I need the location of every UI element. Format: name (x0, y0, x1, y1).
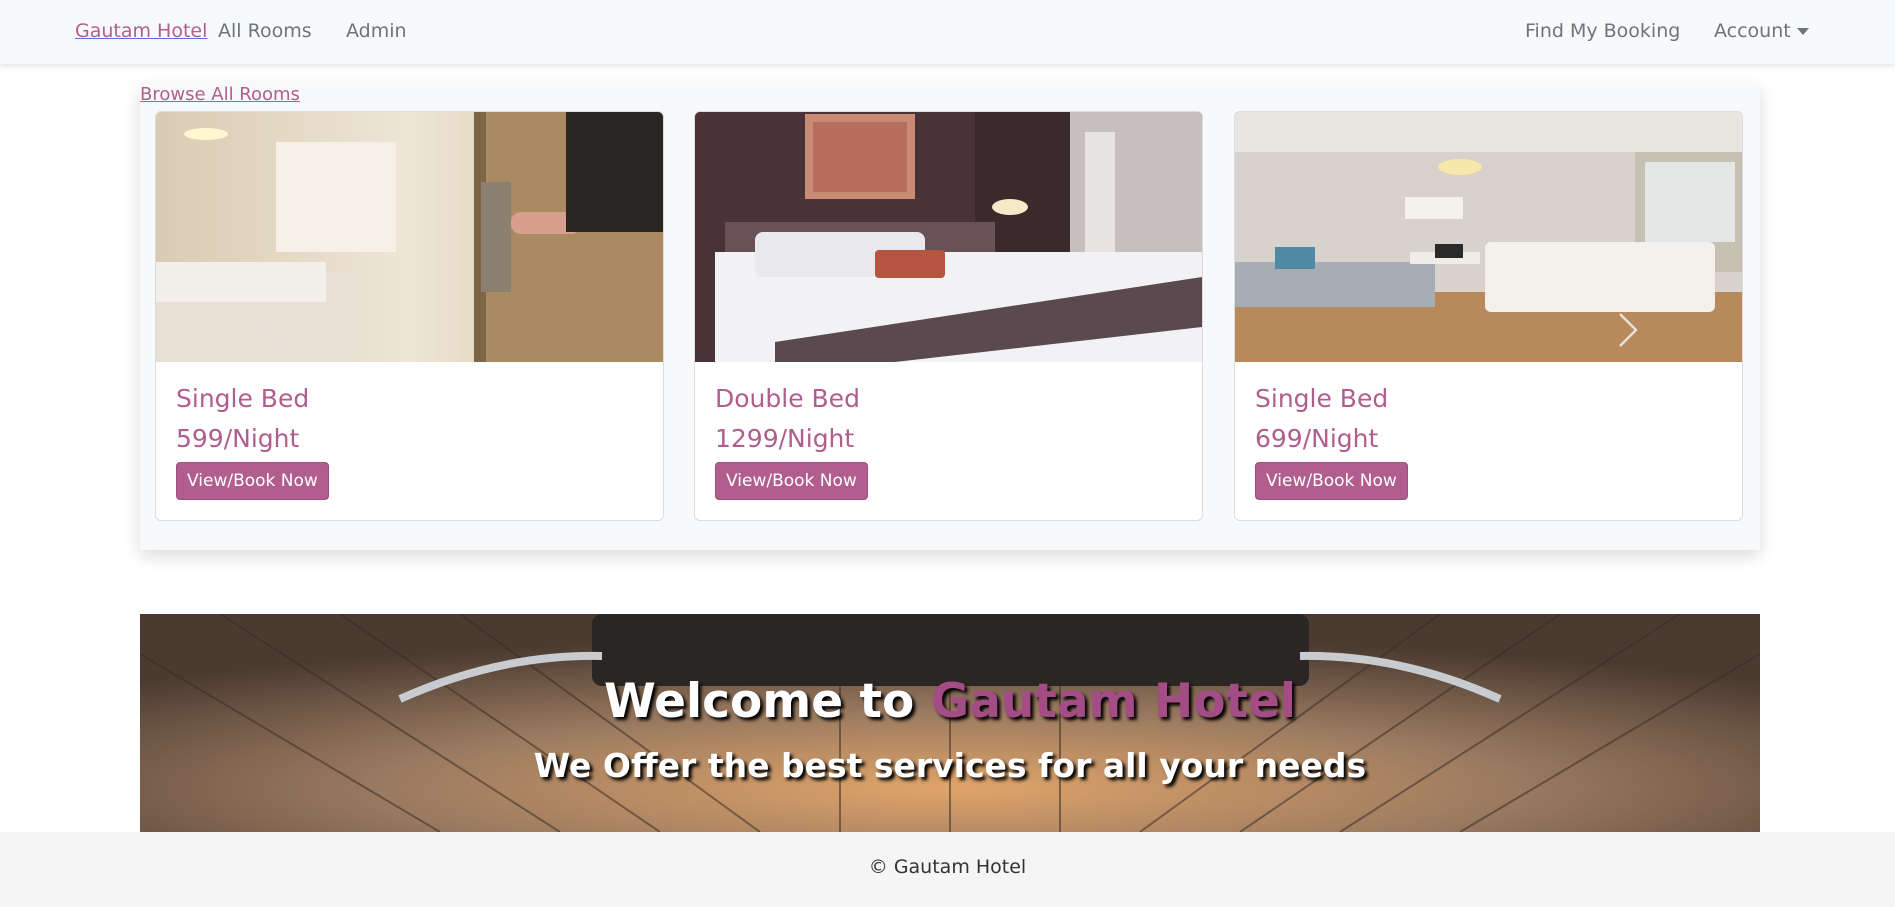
nav-all-rooms[interactable]: All Rooms (218, 20, 312, 42)
room-price: 699/Night (1255, 424, 1379, 453)
room-card: Double Bed 1299/Night View/Book Now (694, 111, 1203, 521)
welcome-banner: Welcome to Gautam Hotel We Offer the bes… (140, 614, 1760, 832)
room-image (156, 112, 663, 362)
room-title: Single Bed (1255, 384, 1389, 413)
chevron-right-icon[interactable] (1606, 310, 1646, 350)
navbar: Gautam Hotel All Rooms Admin Find My Boo… (0, 0, 1895, 64)
room-card: Single Bed 599/Night View/Book Now (155, 111, 664, 521)
footer: © Gautam Hotel (0, 832, 1895, 907)
caret-down-icon (1796, 28, 1809, 35)
footer-copyright: © Gautam Hotel (868, 856, 1027, 878)
brand-link[interactable]: Gautam Hotel (75, 20, 207, 42)
welcome-subtitle: We Offer the best services for all your … (533, 746, 1367, 785)
room-price: 1299/Night (715, 424, 855, 453)
view-book-button[interactable]: View/Book Now (176, 462, 329, 500)
chevron-left-icon[interactable] (255, 310, 295, 350)
nav-admin[interactable]: Admin (346, 20, 407, 42)
nav-account-label: Account (1714, 20, 1791, 42)
room-price: 599/Night (176, 424, 300, 453)
welcome-prefix: Welcome to (603, 674, 915, 729)
view-book-button[interactable]: View/Book Now (715, 462, 868, 500)
room-title: Single Bed (176, 384, 310, 413)
nav-find-my-booking[interactable]: Find My Booking (1525, 20, 1680, 42)
view-book-button[interactable]: View/Book Now (1255, 462, 1408, 500)
browse-all-rooms-link[interactable]: Browse All Rooms (140, 84, 300, 105)
room-title: Double Bed (715, 384, 860, 413)
nav-account-dropdown[interactable]: Account (1714, 20, 1809, 42)
welcome-title: Welcome to Gautam Hotel (140, 674, 1760, 729)
room-card: Single Bed 699/Night View/Book Now (1234, 111, 1743, 521)
room-image (1235, 112, 1742, 362)
room-image (695, 112, 1202, 362)
welcome-hotel-name: Gautam Hotel (930, 674, 1296, 729)
